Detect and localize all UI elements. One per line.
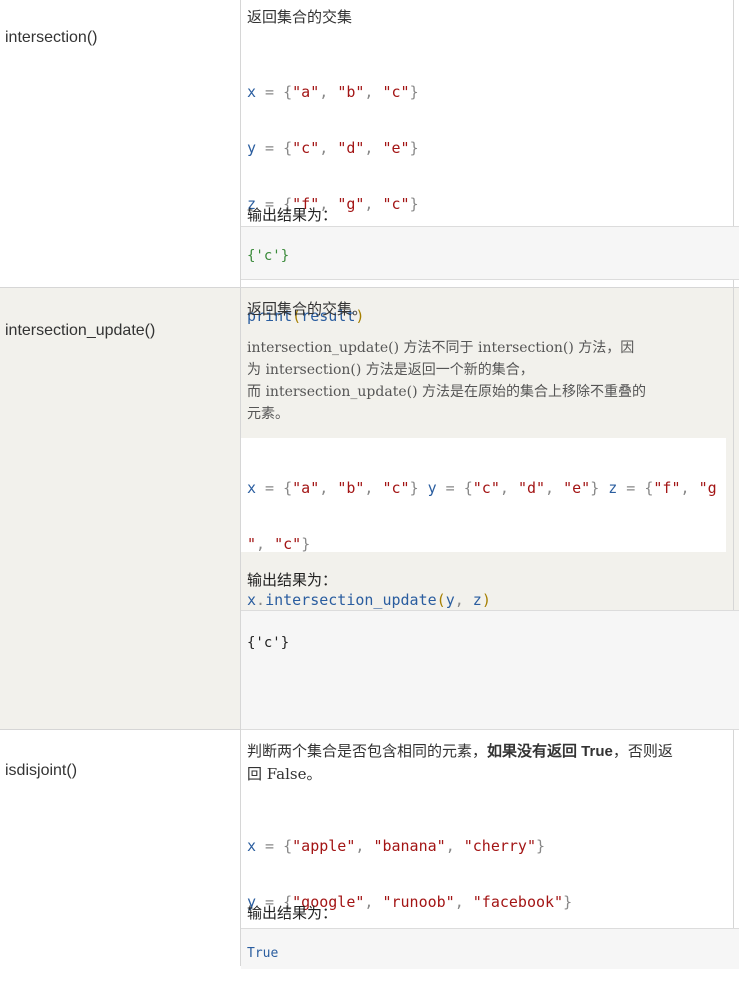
code-line: x = {"apple", "banana", "cherry"} [247, 837, 546, 855]
code-line: ", "c"} [247, 535, 311, 553]
output-box [241, 226, 739, 280]
output-value: {'c'} [247, 635, 290, 651]
note-line: 为 intersection() 方法是返回一个新的集合， [247, 362, 534, 378]
output-label: 输出结果为： [247, 904, 338, 922]
description-text: 回 False。 [247, 765, 322, 783]
note-line: 元素。 [247, 406, 289, 422]
method-description: 判断两个集合是否包含相同的元素，如果没有返回 True，否则返 回 False。 [247, 740, 673, 785]
output-box-extra [241, 664, 739, 730]
note-line: 而 intersection_update() 方法是在原始的集合上移除不重叠的 [247, 384, 646, 400]
method-name: intersection() [5, 29, 98, 46]
output-value: {'c'} [247, 248, 290, 264]
code-line: x = {"a", "b", "c"} y = {"c", "d", "e"} … [247, 479, 717, 497]
output-box [241, 928, 739, 969]
description-text: 判断两个集合是否包含相同的元素， [247, 742, 488, 760]
code-line: x = {"a", "b", "c"} [247, 83, 419, 101]
table-right-border [733, 0, 734, 966]
method-name: intersection_update() [5, 322, 156, 339]
method-description: 返回集合的交集 [247, 8, 353, 26]
output-box [241, 610, 739, 665]
method-name: isdisjoint() [5, 762, 78, 779]
output-label: 输出结果为： [247, 571, 338, 589]
note-line: intersection_update() 方法不同于 intersection… [247, 340, 635, 356]
method-description: 返回集合的交集。 [247, 300, 368, 318]
description-text: ，否则返 [612, 742, 673, 760]
description-bold: 如果没有返回 True [487, 743, 613, 760]
output-value: True [247, 946, 279, 961]
method-note: intersection_update() 方法不同于 intersection… [247, 337, 727, 425]
output-label: 输出结果为： [247, 206, 338, 224]
code-line: y = {"c", "d", "e"} [247, 139, 419, 157]
